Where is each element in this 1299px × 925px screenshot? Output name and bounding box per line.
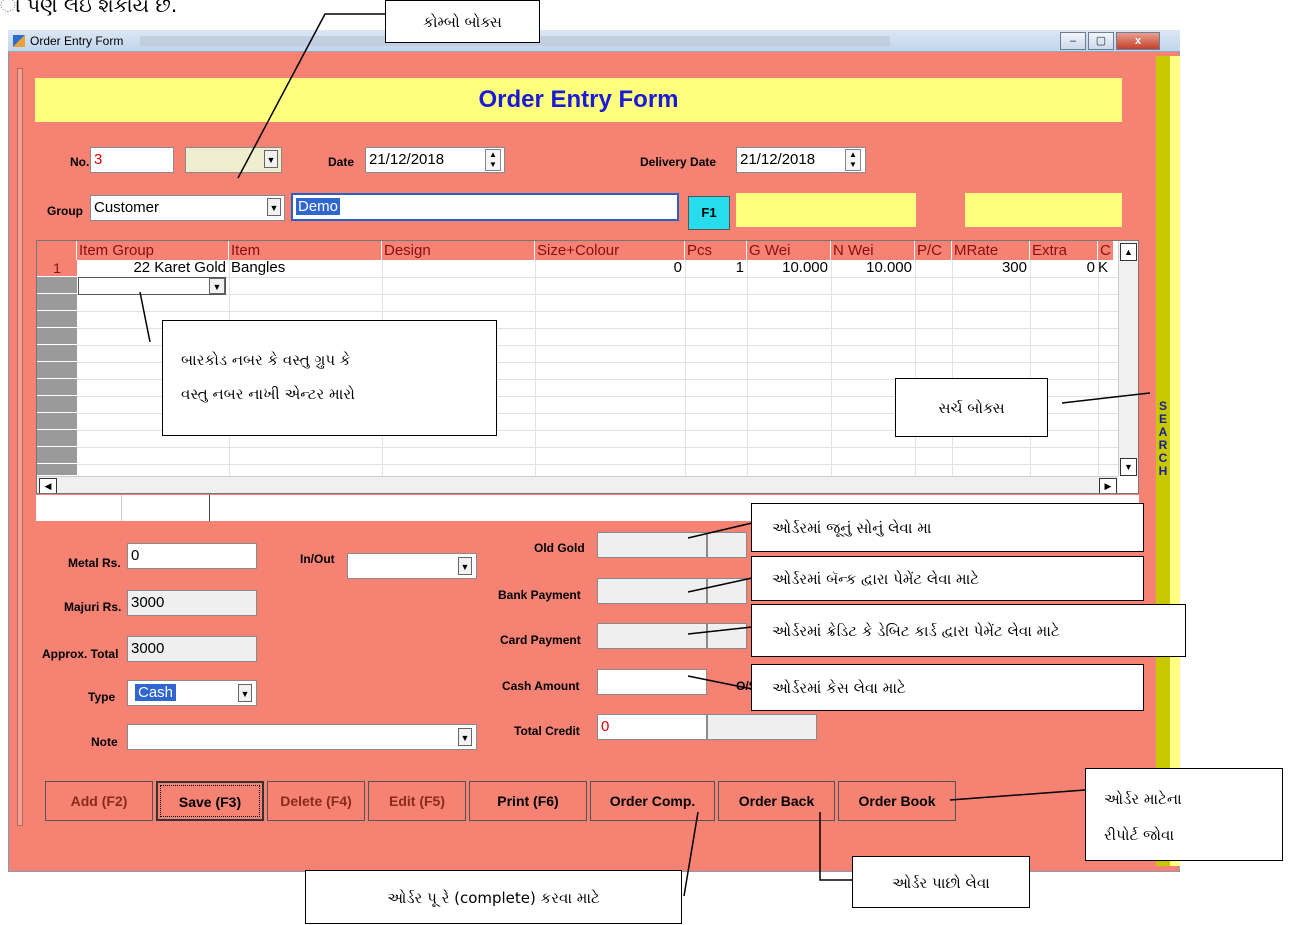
callout-report: ઓર્ડર માટેના રીપોર્ટ જોવા bbox=[1085, 768, 1283, 861]
callout-complete: ઓર્ડર પૂ રે (complete) કરવા માટે bbox=[305, 870, 682, 924]
callout-combo-box: કોમ્બો બોક્સ bbox=[385, 0, 540, 43]
callout-card: ઓર્ડરમાં ક્રેડિટ કે ડેબિટ કાર્ડ દ્વારા પ… bbox=[751, 604, 1186, 657]
callout-report-line1: ઓર્ડર માટેના bbox=[1104, 790, 1182, 808]
callout-cash: ઓર્ડરમાં કેસ લેવા માટે bbox=[751, 664, 1144, 711]
callout-back: ઓર્ડર પાછો લેવા bbox=[852, 856, 1030, 908]
callout-report-line2: રીપોર્ટ જોવા bbox=[1104, 826, 1174, 844]
callout-barcode-line2: વસ્તુ નબર નાખી એન્ટર મારો bbox=[181, 385, 355, 403]
callout-barcode-line1: બારકોડ નબર કે વસ્તુ ગ્રુપ કે bbox=[181, 351, 351, 369]
callout-bank: ઓર્ડરમાં બૅન્ક દ્વારા પેમેંટ લેવા માટે bbox=[751, 556, 1144, 601]
callout-search: સર્ચ બોક્સ bbox=[895, 378, 1048, 437]
callout-old-gold: ઓર્ડરમાં જૂનું સોનું લેવા મા bbox=[751, 503, 1144, 552]
callout-barcode: બારકોડ નબર કે વસ્તુ ગ્રુપ કે વસ્તુ નબર ન… bbox=[162, 320, 497, 436]
